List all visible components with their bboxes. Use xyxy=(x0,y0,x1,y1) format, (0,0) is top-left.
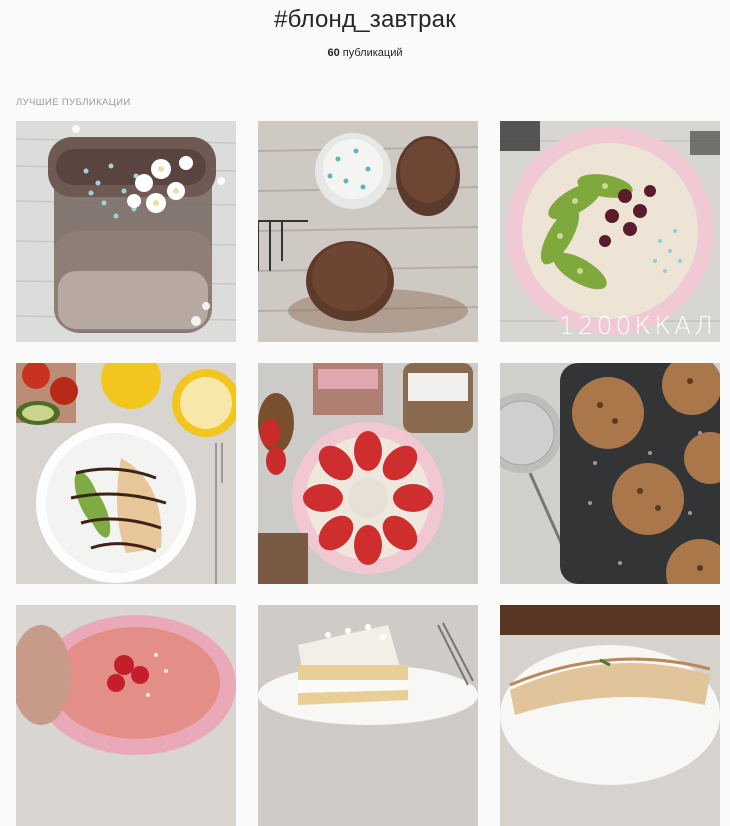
post-tile-8[interactable] xyxy=(258,605,478,826)
post-image-1 xyxy=(16,121,236,342)
hashtag-title: #блонд_завтрак xyxy=(274,6,456,33)
post-tile-3[interactable]: 1200ККАЛ xyxy=(500,121,720,342)
post-count-suffix: публикаций xyxy=(339,47,403,59)
post-count: 60 публикаций xyxy=(0,47,730,59)
post-tile-2[interactable] xyxy=(258,121,478,342)
post-overlay-text: 1200ККАЛ xyxy=(558,311,716,340)
post-tile-9[interactable] xyxy=(500,605,720,826)
post-image-3 xyxy=(500,121,720,342)
post-count-number: 60 xyxy=(327,47,340,59)
post-tile-1[interactable] xyxy=(16,121,236,342)
post-image-8 xyxy=(258,605,478,826)
post-image-5 xyxy=(258,363,478,584)
post-tile-7[interactable] xyxy=(16,605,236,826)
top-posts-label: Лучшие публикации xyxy=(16,97,131,108)
post-tile-4[interactable] xyxy=(16,363,236,584)
post-tile-5[interactable] xyxy=(258,363,478,584)
post-image-4 xyxy=(16,363,236,584)
post-image-2 xyxy=(258,121,478,342)
post-image-9 xyxy=(500,605,720,826)
post-tile-6[interactable] xyxy=(500,363,720,584)
post-image-7 xyxy=(16,605,236,826)
post-image-6 xyxy=(500,363,720,584)
